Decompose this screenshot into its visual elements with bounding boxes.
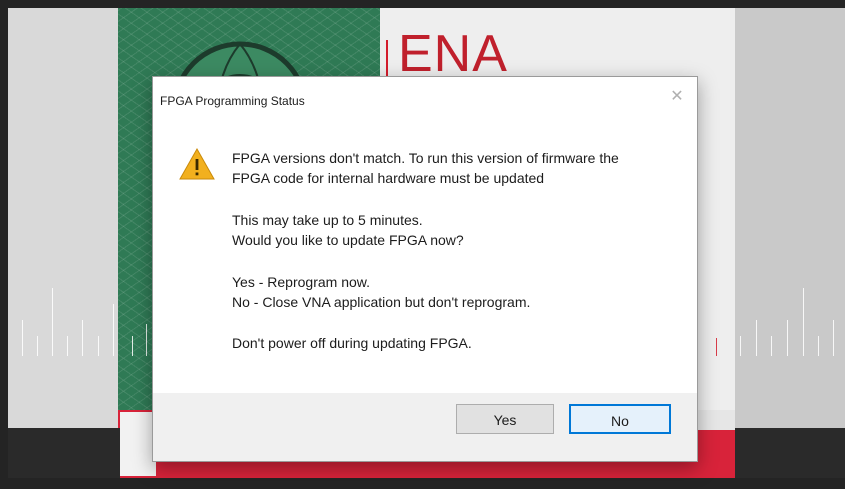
- tick-mark: [22, 320, 23, 356]
- tick-mark: [37, 336, 38, 356]
- close-icon: ✕: [670, 88, 684, 105]
- fpga-status-dialog: FPGA Programming Status ✕ FPGA versions …: [152, 76, 698, 462]
- dialog-content: FPGA versions don't match. To run this v…: [153, 125, 697, 393]
- message-line: FPGA code for internal hardware must be …: [232, 170, 545, 186]
- close-button[interactable]: ✕: [665, 85, 689, 109]
- splash-white-block: [120, 412, 156, 476]
- message-line: FPGA versions don't match. To run this v…: [232, 150, 619, 166]
- tick-mark: [818, 336, 819, 356]
- ena-logo: ENA: [398, 25, 508, 83]
- tick-mark: [82, 320, 83, 356]
- tick-mark: [132, 336, 133, 356]
- tick-mark: [716, 338, 717, 356]
- tick-mark: [756, 320, 757, 356]
- tick-mark: [771, 336, 772, 356]
- tick-mark: [67, 336, 68, 356]
- logo-accent-line: [386, 40, 388, 76]
- message-line: Yes - Reprogram now.: [232, 274, 370, 290]
- tick-mark: [803, 288, 804, 356]
- tick-mark: [98, 336, 99, 356]
- tick-mark: [113, 304, 114, 356]
- warning-icon: [179, 148, 215, 180]
- monitor-bezel-right: [735, 428, 845, 478]
- background-right-panel: [735, 8, 845, 428]
- tick-mark: [52, 288, 53, 356]
- tick-mark: [787, 320, 788, 356]
- no-button[interactable]: No: [569, 404, 671, 434]
- message-line: Would you like to update FPGA now?: [232, 232, 464, 248]
- yes-button[interactable]: Yes: [456, 404, 554, 434]
- message-line: No - Close VNA application but don't rep…: [232, 294, 531, 310]
- tick-mark: [833, 320, 834, 356]
- dialog-titlebar[interactable]: FPGA Programming Status ✕: [153, 77, 697, 125]
- photo-scene: ENA FPGA Programming Status ✕ FPGA versi…: [0, 0, 845, 489]
- monitor-bezel-left: [8, 428, 120, 478]
- tick-mark: [740, 336, 741, 356]
- tick-mark: [146, 324, 147, 356]
- background-left-panel: [8, 8, 120, 428]
- message-line: Don't power off during updating FPGA.: [232, 335, 472, 351]
- message-line: This may take up to 5 minutes.: [232, 212, 423, 228]
- dialog-title: FPGA Programming Status: [160, 94, 305, 108]
